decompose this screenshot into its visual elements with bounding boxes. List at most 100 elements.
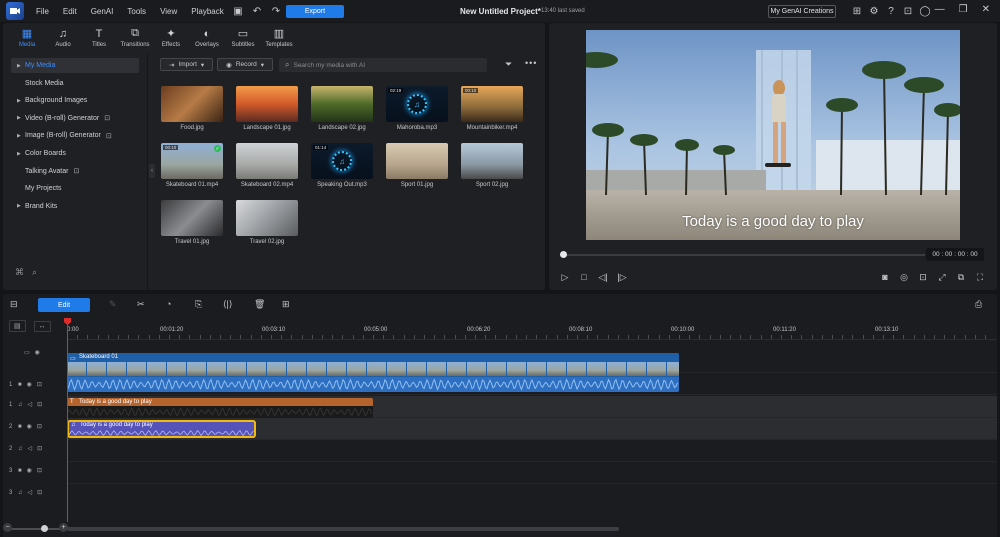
media-item[interactable]: Landscape 01.jpg [236, 86, 298, 131]
lock-icon[interactable]: ⊡ [37, 401, 42, 408]
snapshot-camera-icon[interactable]: ◙ [880, 272, 890, 283]
menu-file[interactable]: File [36, 7, 49, 16]
lock-icon[interactable]: ⊡ [37, 467, 42, 474]
tab-overlays[interactable]: ◐ Overlays [189, 23, 225, 53]
lock-icon[interactable]: ⊡ [37, 445, 42, 452]
media-search[interactable]: ⌕ [279, 58, 487, 72]
sidebar-item-color-boards[interactable]: ▶ Color Boards [11, 146, 139, 161]
previous-frame-icon[interactable]: ◁| [598, 272, 608, 283]
next-frame-icon[interactable]: |▷ [617, 272, 627, 283]
restore-icon[interactable]: ❐ [959, 4, 968, 15]
timeline-scrollbar[interactable] [67, 527, 619, 531]
save-icon[interactable]: ▣ [232, 5, 244, 17]
menu-genai[interactable]: GenAI [91, 7, 114, 16]
more-options-icon[interactable]: ••• [525, 58, 537, 68]
media-item[interactable]: Travel 02.jpg [236, 200, 298, 245]
mute-icon[interactable]: ◁ [28, 401, 33, 408]
title-clip[interactable]: T Today is a good day to play [67, 398, 373, 418]
sidebar-item-image-b-roll-generator[interactable]: ▶ Image (B-roll) Generator ⊡ [11, 128, 139, 143]
timeline-ruler[interactable]: 0:00 00:01:20 00:03:10 00:05:00 00:06:20 00:0… [67, 318, 997, 340]
search-input[interactable] [293, 61, 474, 69]
speed-icon[interactable]: ◔ [166, 299, 171, 309]
my-genai-creations-button[interactable]: My GenAI Creations [768, 5, 836, 18]
lock-icon[interactable]: ⊡ [37, 423, 42, 430]
visibility-icon[interactable]: ◉ [27, 467, 32, 474]
preview-scrubber[interactable] [563, 254, 925, 256]
media-item[interactable]: 00:10 ✓ Skateboard 01.mp4 [161, 143, 223, 188]
sidebar-item-background-images[interactable]: ▶ Background Images [11, 93, 139, 108]
tab-transitions[interactable]: ⧉ Transitions [117, 23, 153, 53]
menu-edit[interactable]: Edit [63, 7, 77, 16]
lock-all-icon[interactable]: ▭ [24, 349, 30, 356]
sidebar-item-my-media[interactable]: ▶ My Media [11, 58, 139, 73]
lock-icon[interactable]: ⊡ [37, 381, 42, 388]
media-item[interactable]: Sport 01.jpg [386, 143, 448, 188]
stop-icon[interactable]: □ [579, 272, 589, 283]
mute-icon[interactable]: ◁ [28, 489, 33, 496]
tab-subtitles[interactable]: ▭ Subtitles [225, 23, 261, 53]
track-lane-video-2[interactable]: T Today is a good day to play [67, 396, 997, 418]
record-dropdown[interactable]: ◉ Record ▾ [217, 58, 274, 71]
zoom-handle[interactable] [41, 525, 48, 532]
sidebar-item-brand-kits[interactable]: ▶ Brand Kits [11, 199, 139, 214]
media-item[interactable]: Skateboard 02.mp4 [236, 143, 298, 188]
layout-icon[interactable]: ⊞ [851, 5, 863, 17]
track-lane-audio-3[interactable] [67, 462, 997, 484]
redo-icon[interactable]: ↷ [270, 5, 282, 17]
export-settings-icon[interactable]: ⎙ [975, 299, 982, 310]
sidebar-item-my-projects[interactable]: My Projects [11, 181, 139, 196]
visibility-icon[interactable]: ◉ [27, 381, 32, 388]
scrubber-handle[interactable] [560, 251, 567, 258]
preview-video[interactable]: Today is a good day to play [586, 30, 960, 240]
fit-timeline-icon[interactable]: ↔ [33, 320, 51, 332]
media-item[interactable]: Food.jpg [161, 86, 223, 131]
menu-view[interactable]: View [160, 7, 177, 16]
tag-icon[interactable]: ⌘ [15, 267, 24, 278]
media-item[interactable]: Landscape 02.jpg [311, 86, 373, 131]
settings-gear-icon[interactable]: ⚙ [868, 5, 880, 17]
zoom-slider[interactable] [9, 528, 63, 530]
media-item[interactable]: ♫ 01:14 Speaking Out.mp3 [311, 143, 373, 188]
playhead-line[interactable] [67, 320, 68, 522]
play-icon[interactable]: ▷ [560, 272, 570, 283]
timeline-view-icon[interactable]: ⊟ [10, 299, 18, 310]
media-item[interactable]: Sport 02.jpg [461, 143, 523, 188]
account-icon[interactable]: ◯ [919, 5, 931, 17]
pen-tool-icon[interactable]: ✎ [109, 299, 117, 310]
split-scissors-icon[interactable]: ✂ [137, 299, 145, 310]
undock-icon[interactable]: ⧉ [956, 272, 966, 283]
undo-icon[interactable]: ↶ [251, 5, 263, 17]
close-icon[interactable]: ✕ [982, 4, 990, 15]
track-lane-audio-1[interactable] [67, 374, 997, 395]
tab-titles[interactable]: T Titles [81, 23, 117, 53]
tag-search-icon[interactable]: ⌕ [32, 267, 37, 278]
preview-quality-icon[interactable]: ⊡ [918, 272, 928, 283]
lock-icon[interactable]: ⊡ [37, 489, 42, 496]
track-lane-audio-2[interactable]: ♫ Today is a good day to play [67, 418, 997, 440]
media-item[interactable]: 00:10 Mountainbiker.mp4 [461, 86, 523, 131]
media-item[interactable]: Travel 01.jpg [161, 200, 223, 245]
delete-trash-icon[interactable]: 🗑 [254, 299, 265, 310]
tab-templates[interactable]: ▥ Templates [261, 23, 297, 53]
sidebar-item-talking-avatar[interactable]: Talking Avatar ⊡ [11, 164, 139, 179]
track-lane-video-1[interactable]: Skateboard 01 ▭ [67, 352, 997, 392]
tab-effects[interactable]: ✦ Effects [153, 23, 189, 53]
import-dropdown[interactable]: ⇥ Import ▾ [160, 58, 214, 71]
sidebar-item-stock-media[interactable]: Stock Media [11, 76, 139, 91]
visibility-all-icon[interactable]: ◉ [35, 349, 40, 356]
edit-tools-icon[interactable]: ⎘ [195, 299, 202, 310]
collapse-sidebar-icon[interactable]: ‹ [149, 164, 155, 178]
filter-icon[interactable]: ⏷ [505, 59, 512, 70]
audio-tools-icon[interactable]: ⟨|⟩ [223, 299, 232, 310]
export-button[interactable]: Export [286, 5, 344, 18]
mute-icon[interactable]: ◁ [28, 445, 33, 452]
minimize-icon[interactable]: — [935, 4, 945, 15]
fullscreen-icon[interactable]: ⛶ [975, 272, 985, 283]
tab-audio[interactable]: ♫ Audio [45, 23, 81, 53]
notifications-icon[interactable]: ⊡ [902, 5, 914, 17]
tab-media[interactable]: ▦ Media [9, 23, 45, 53]
zoom-out-icon[interactable]: − [3, 523, 12, 532]
track-lane-video-3[interactable] [67, 440, 997, 462]
chapter-marker-icon[interactable]: ⊞ [282, 299, 290, 310]
audio-clip-selected[interactable]: ♫ Today is a good day to play [67, 420, 256, 438]
